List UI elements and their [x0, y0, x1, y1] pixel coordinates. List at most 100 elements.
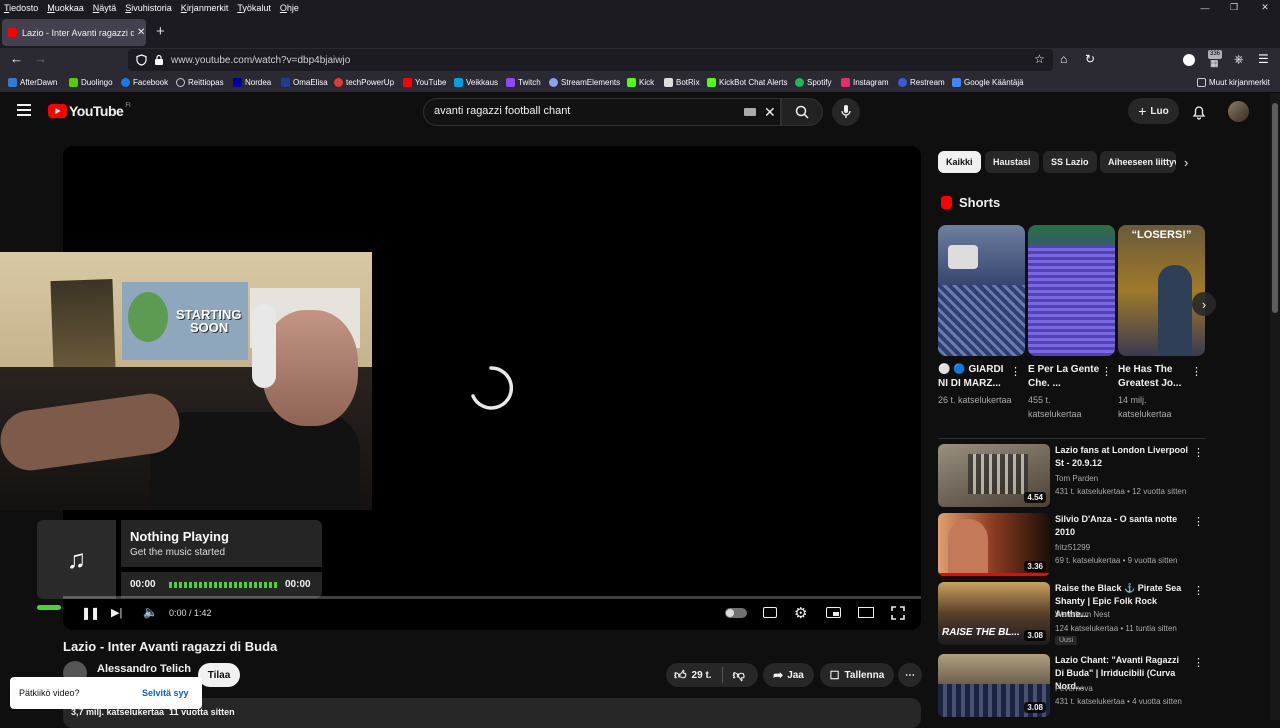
recommendation-item[interactable]: 3.08 Lazio Chant: "Avanti Ragazzi Di Bud… [938, 654, 1206, 717]
recommendation-item[interactable]: RAISE THE BL... 3.08 Raise the Black ⚓ P… [938, 582, 1206, 648]
close-window-icon[interactable]: ✕ [1250, 0, 1280, 15]
dislike-icon[interactable]: 👎︎ [733, 668, 745, 683]
bookmark-item[interactable]: Duolingo [69, 78, 113, 87]
voice-search-button[interactable] [832, 98, 860, 126]
settings-gear-icon[interactable]: ⚙ [794, 604, 807, 622]
guide-menu-icon[interactable] [17, 104, 31, 116]
volume-icon[interactable]: 🔈 [143, 605, 158, 619]
channel-name[interactable]: Fevernova [1055, 684, 1093, 693]
more-actions-icon[interactable]: ⋯ [898, 663, 922, 687]
extension-icon[interactable]: ▦ [1210, 58, 1219, 69]
video-menu-icon[interactable]: ⋮ [1193, 656, 1204, 669]
theater-mode-icon[interactable] [858, 607, 874, 618]
shield-icon[interactable] [136, 54, 147, 66]
menu-edit[interactable]: Muokkaa [47, 3, 84, 13]
next-video-icon[interactable]: ▶| [111, 606, 122, 619]
new-tab-icon[interactable]: + [156, 23, 165, 40]
short-title[interactable]: E Per La Gente Che. ... [1028, 363, 1106, 391]
bookmark-item[interactable]: Facebook [121, 78, 168, 87]
lock-icon[interactable] [154, 54, 164, 66]
bookmark-item[interactable]: Google Kääntäjä [952, 78, 1024, 87]
channel-name[interactable]: Waveform Nest [1055, 610, 1110, 619]
video-thumbnail[interactable]: 3.08 [938, 654, 1050, 717]
back-icon[interactable]: ← [10, 51, 23, 66]
bookmark-item[interactable]: Instagram [841, 78, 889, 87]
video-thumbnail[interactable]: 3.36 [938, 513, 1050, 576]
video-title[interactable]: Lazio fans at London Liverpool St - 20.9… [1055, 444, 1190, 470]
recommendation-item[interactable]: 3.36 Silvio D'Anza - O santa notte 2010 … [938, 513, 1206, 576]
save-button[interactable]: ☐ Tallenna [820, 663, 894, 687]
subscribe-button[interactable]: Tilaa [198, 663, 240, 687]
bookmark-star-icon[interactable]: ☆ [1034, 52, 1045, 66]
search-input[interactable] [434, 105, 734, 117]
bookmark-item[interactable]: Veikkaus [454, 78, 498, 87]
create-button[interactable]: + Luo [1128, 98, 1179, 124]
short-thumbnail[interactable] [1028, 225, 1115, 356]
menu-help[interactable]: Ohje [280, 3, 299, 13]
scrollbar-thumb[interactable] [1272, 103, 1278, 313]
like-icon[interactable]: 👍︎ [674, 668, 687, 683]
bookmark-item[interactable]: techPowerUp [334, 78, 394, 87]
browser-tab[interactable]: Lazio - Inter Avanti ragazzi di Buda ✕ [2, 19, 146, 46]
miniplayer-icon[interactable] [826, 607, 841, 618]
menu-file[interactable]: Tiedosto [4, 3, 38, 13]
chip-related[interactable]: Aiheeseen liittyvät [1100, 151, 1176, 173]
subtitles-icon[interactable] [763, 607, 777, 618]
short-thumbnail[interactable] [938, 225, 1025, 356]
account-icon[interactable] [1183, 54, 1195, 66]
close-tab-icon[interactable]: ✕ [137, 27, 145, 38]
notifications-bell-icon[interactable] [1192, 104, 1206, 120]
youtube-logo[interactable]: YouTube FI [48, 103, 131, 119]
recommendation-item[interactable]: 4.54 Lazio fans at London Liverpool St -… [938, 444, 1206, 507]
channel-name[interactable]: Alessandro Telich [97, 663, 191, 675]
menu-bookmarks[interactable]: Kirjanmerkit [181, 3, 229, 13]
progress-bar[interactable] [63, 596, 921, 599]
minimize-icon[interactable]: — [1190, 0, 1220, 15]
short-thumbnail[interactable]: “LOSERS!” [1118, 225, 1205, 356]
search-button[interactable] [781, 98, 823, 126]
home-icon[interactable]: ⌂ [1060, 52, 1067, 66]
video-menu-icon[interactable]: ⋮ [1193, 515, 1204, 528]
address-bar[interactable]: www.youtube.com/watch?v=dbp4bjaiwjo ☆ [128, 49, 1053, 71]
channel-name[interactable]: Tom Parden [1055, 474, 1098, 483]
diagnose-button[interactable]: Selvitä syy [142, 688, 189, 698]
pause-icon[interactable]: ❚❚ [81, 606, 100, 620]
short-title[interactable]: ⚪ 🔵 GIARDI NI DI MARZ... [938, 363, 1016, 391]
bookmark-item[interactable]: Kick [627, 78, 654, 87]
bookmark-item[interactable]: KickBot Chat Alerts [707, 78, 787, 87]
video-thumbnail[interactable]: 4.54 [938, 444, 1050, 507]
extensions-puzzle-icon[interactable]: ⎈ [1234, 52, 1244, 67]
bookmark-item[interactable]: OmaElisa [281, 78, 328, 87]
bookmark-item[interactable]: Restream [898, 78, 945, 87]
video-title[interactable]: Silvio D'Anza - O santa notte 2010 [1055, 513, 1190, 539]
reload-icon[interactable]: ↻ [1085, 52, 1095, 66]
autoplay-toggle[interactable] [725, 608, 747, 618]
bookmark-item[interactable]: Spotify [795, 78, 831, 87]
bookmark-item[interactable]: YouTube [403, 78, 446, 87]
video-thumbnail[interactable]: RAISE THE BL... 3.08 [938, 582, 1050, 645]
bookmark-item[interactable]: Twitch [506, 78, 541, 87]
menu-view[interactable]: Näytä [93, 3, 117, 13]
chip-search[interactable]: Haustasi [985, 151, 1039, 173]
page-scrollbar[interactable] [1270, 93, 1280, 720]
bookmark-other-folder[interactable]: Muut kirjanmerkit [1197, 78, 1270, 87]
bookmark-item[interactable]: BotRix [664, 78, 700, 87]
bookmark-item[interactable]: Reittiopas [176, 78, 224, 87]
shorts-next-icon[interactable]: › [1192, 292, 1216, 316]
short-menu-icon[interactable]: ⋮ [1010, 365, 1021, 378]
chip-ss-lazio[interactable]: SS Lazio [1043, 151, 1097, 173]
clear-search-icon[interactable]: ✕ [764, 104, 776, 121]
menu-history[interactable]: Sivuhistoria [125, 3, 172, 13]
video-menu-icon[interactable]: ⋮ [1193, 584, 1204, 597]
chevron-right-icon[interactable]: › [1184, 155, 1188, 170]
keyboard-icon[interactable] [744, 108, 756, 116]
video-menu-icon[interactable]: ⋮ [1193, 446, 1204, 459]
bookmark-item[interactable]: StreamElements [549, 78, 620, 87]
like-count[interactable]: 29 t. [692, 670, 712, 681]
bookmark-item[interactable]: Nordea [233, 78, 271, 87]
chip-all[interactable]: Kaikki [938, 151, 981, 173]
short-menu-icon[interactable]: ⋮ [1191, 365, 1202, 378]
short-title[interactable]: He Has The Greatest Jo... [1118, 363, 1196, 391]
forward-icon[interactable]: → [34, 51, 47, 66]
channel-name[interactable]: fritz51299 [1055, 543, 1090, 552]
